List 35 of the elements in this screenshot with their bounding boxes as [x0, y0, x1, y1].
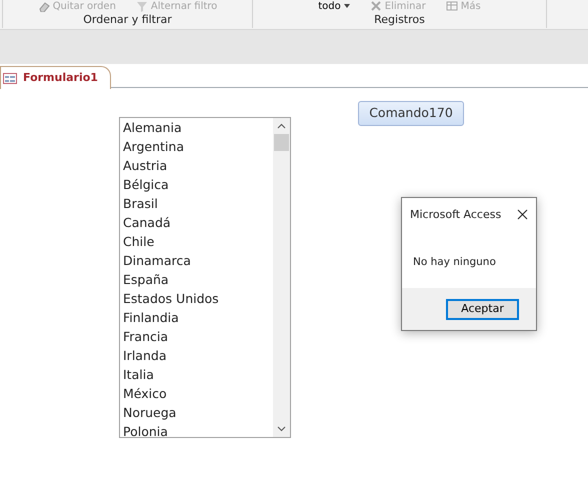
list-item[interactable]: Austria: [120, 156, 219, 175]
list-item[interactable]: Brasil: [120, 194, 219, 213]
list-item[interactable]: Noruega: [120, 403, 219, 422]
form-icon: [3, 72, 17, 84]
caret-icon: [344, 4, 350, 8]
ok-button[interactable]: Aceptar: [446, 298, 519, 320]
list-item[interactable]: Alemania: [120, 118, 219, 137]
list-item[interactable]: Argentina: [120, 137, 219, 156]
list-item[interactable]: España: [120, 270, 219, 289]
list-item[interactable]: Italia: [120, 365, 219, 384]
scroll-thumb[interactable]: [274, 134, 289, 151]
list-item[interactable]: Estados Unidos: [120, 289, 219, 308]
scroll-up-icon[interactable]: [277, 123, 286, 129]
scrollbar[interactable]: [273, 118, 290, 437]
dialog-title: Microsoft Access: [410, 207, 502, 223]
list-item[interactable]: Francia: [120, 327, 219, 346]
delete-icon: [370, 0, 382, 12]
list-item[interactable]: Irlanda: [120, 346, 219, 365]
close-icon[interactable]: [517, 209, 528, 220]
list-item[interactable]: Canadá: [120, 213, 219, 232]
group-label: Registros: [374, 13, 425, 28]
dialog-message: No hay ninguno: [412, 254, 497, 270]
scroll-down-icon[interactable]: [277, 426, 286, 432]
ribbon-command[interactable]: todo: [312, 0, 356, 12]
list-item[interactable]: Polonia: [120, 422, 219, 437]
country-listbox[interactable]: Alemania Argentina Austria Bélgica Brasil Canadá Chile Dinamarca España Estados Unidos Finlandia Francia Irlanda Italia México Noruega Polonia: [119, 117, 291, 438]
list-item[interactable]: Chile: [120, 232, 219, 251]
table-icon: [446, 0, 458, 12]
list-item[interactable]: Bélgica: [120, 175, 219, 194]
list-item[interactable]: Dinamarca: [120, 251, 219, 270]
group-label: Ordenar y filtrar: [83, 13, 172, 28]
list-item[interactable]: México: [120, 384, 219, 403]
document-tab[interactable]: Formulario1: [0, 66, 111, 89]
command-button[interactable]: Comando170: [358, 101, 464, 126]
list-item[interactable]: Finlandia: [120, 308, 219, 327]
